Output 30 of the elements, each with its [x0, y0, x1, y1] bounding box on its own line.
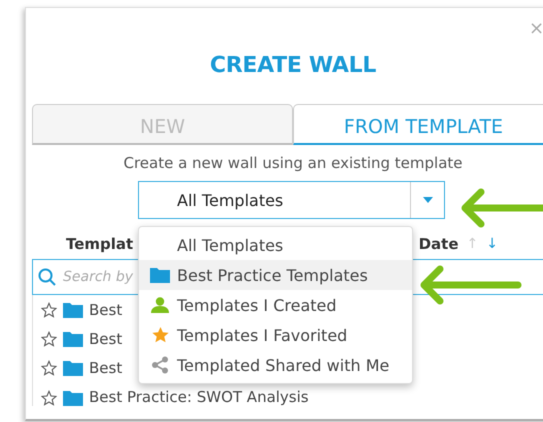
column-header[interactable]: Date	[418, 235, 459, 253]
menu-item[interactable]: Best Practice Templates	[139, 260, 412, 290]
subtitle-text: Create a new wall using an existing template	[122, 154, 464, 172]
share-icon	[151, 356, 169, 374]
star-icon[interactable]	[41, 330, 57, 346]
menu-item[interactable]: Templates I Favorited	[139, 320, 412, 350]
arrow-icon	[459, 188, 543, 228]
search-icon	[38, 268, 56, 286]
folder-icon	[63, 330, 83, 346]
caret-icon	[422, 197, 432, 203]
person-icon	[150, 297, 170, 313]
template-filter-dropdown[interactable]: All Templates	[138, 181, 445, 219]
template-name[interactable]: Best	[89, 300, 122, 318]
menu-item[interactable]: All Templates	[139, 230, 412, 260]
column-header[interactable]: Templat	[66, 235, 134, 253]
folder-icon	[63, 302, 83, 318]
folder-icon	[63, 360, 83, 376]
star-icon[interactable]	[41, 302, 57, 318]
menu-item[interactable]: Templates I Created	[139, 290, 412, 320]
template-name[interactable]: Best Practice: SWOT Analysis	[89, 388, 309, 406]
menu-item[interactable]: Templated Shared with Me	[139, 350, 412, 380]
template-name[interactable]: Best	[89, 330, 122, 348]
folder-icon	[63, 390, 83, 406]
folder-icon	[150, 267, 170, 283]
star-icon	[152, 327, 168, 343]
arrow-icon	[418, 265, 522, 305]
star-icon[interactable]	[41, 360, 57, 376]
template-name[interactable]: Best	[89, 358, 122, 376]
dialog-title: CREATE WALL	[208, 55, 378, 77]
star-icon[interactable]	[41, 390, 57, 406]
